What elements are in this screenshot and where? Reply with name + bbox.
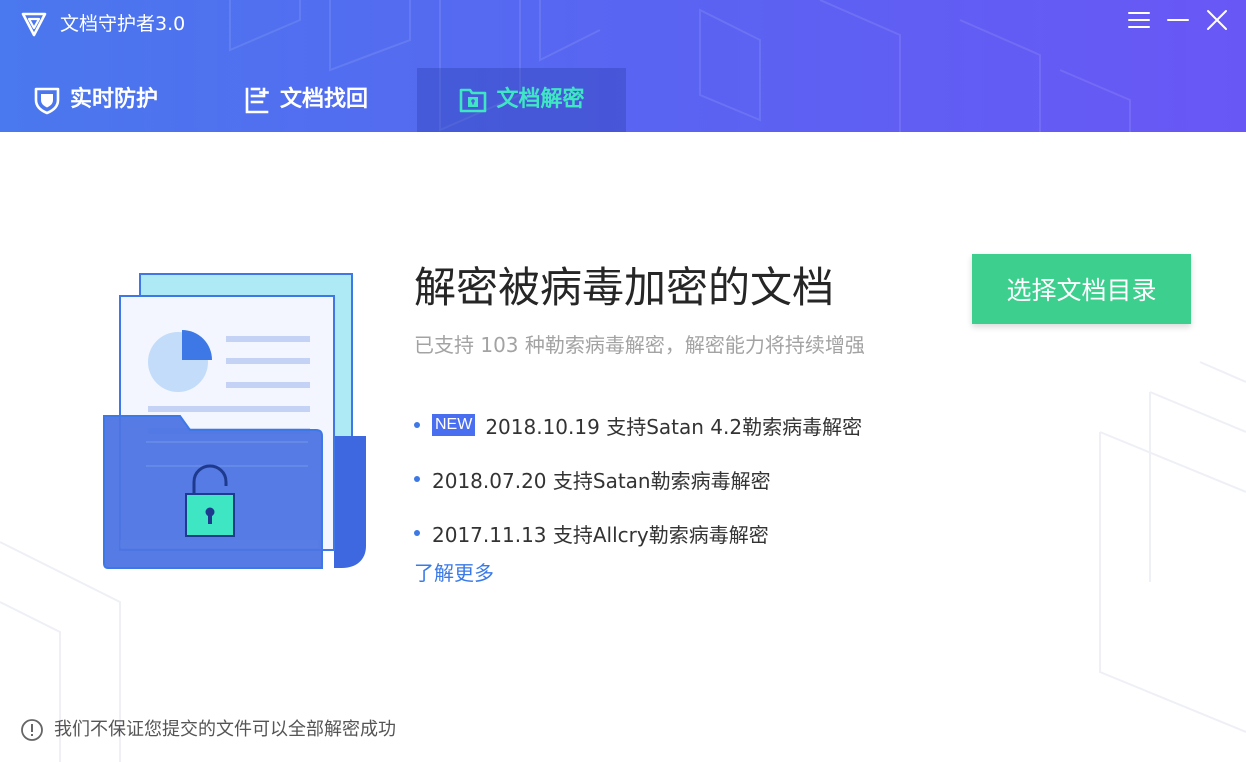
menu-icon[interactable]: [1124, 6, 1154, 36]
tab-label: 实时防护: [70, 87, 159, 112]
tab-document-decrypt[interactable]: 文档解密: [417, 68, 626, 132]
document-decrypt-illustration: [103, 273, 366, 569]
header-bar: 文档守护者3.0 实时防护 文档找回 文档解密: [0, 0, 1246, 132]
tab-realtime-protection[interactable]: 实时防护: [32, 68, 212, 132]
choose-directory-button[interactable]: 选择文档目录: [972, 254, 1191, 324]
tab-label: 文档找回: [280, 87, 369, 112]
disclaimer-note: 我们不保证您提交的文件可以全部解密成功: [20, 718, 396, 742]
disclaimer-text: 我们不保证您提交的文件可以全部解密成功: [54, 719, 396, 740]
page-title: 解密被病毒加密的文档: [414, 263, 835, 312]
update-text: 2018.10.19 支持Satan 4.2勒索病毒解密: [485, 414, 863, 439]
new-badge: NEW: [432, 414, 476, 436]
minimize-icon[interactable]: [1163, 6, 1193, 36]
update-list: NEW 2018.10.19 支持Satan 4.2勒索病毒解密 2018.07…: [414, 398, 974, 560]
tab-document-recovery[interactable]: 文档找回: [242, 68, 412, 132]
bullet-icon: [414, 476, 420, 482]
document-recover-icon: [245, 87, 269, 114]
update-text: 2017.11.13 支持Allcry勒索病毒解密: [432, 522, 769, 547]
update-text: 2018.07.20 支持Satan勒索病毒解密: [432, 468, 771, 493]
page-subtitle: 已支持 103 种勒索病毒解密，解密能力将持续增强: [414, 333, 865, 357]
bullet-icon: [414, 422, 420, 428]
app-title: 文档守护者3.0: [60, 13, 186, 35]
title-bar[interactable]: 文档守护者3.0: [0, 0, 1246, 46]
shield-icon: [34, 87, 60, 115]
list-item: 2017.11.13 支持Allcry勒索病毒解密: [414, 506, 974, 560]
tab-label: 文档解密: [496, 87, 585, 112]
list-item: 2018.07.20 支持Satan勒索病毒解密: [414, 452, 974, 506]
bullet-icon: [414, 530, 420, 536]
close-icon[interactable]: [1202, 6, 1232, 36]
learn-more-link[interactable]: 了解更多: [414, 560, 494, 586]
list-item: NEW 2018.10.19 支持Satan 4.2勒索病毒解密: [414, 398, 974, 452]
folder-lock-icon: [460, 88, 487, 113]
info-icon: [21, 719, 43, 741]
app-logo-icon: [21, 12, 47, 37]
main-tabs: 实时防护 文档找回 文档解密: [0, 68, 700, 132]
